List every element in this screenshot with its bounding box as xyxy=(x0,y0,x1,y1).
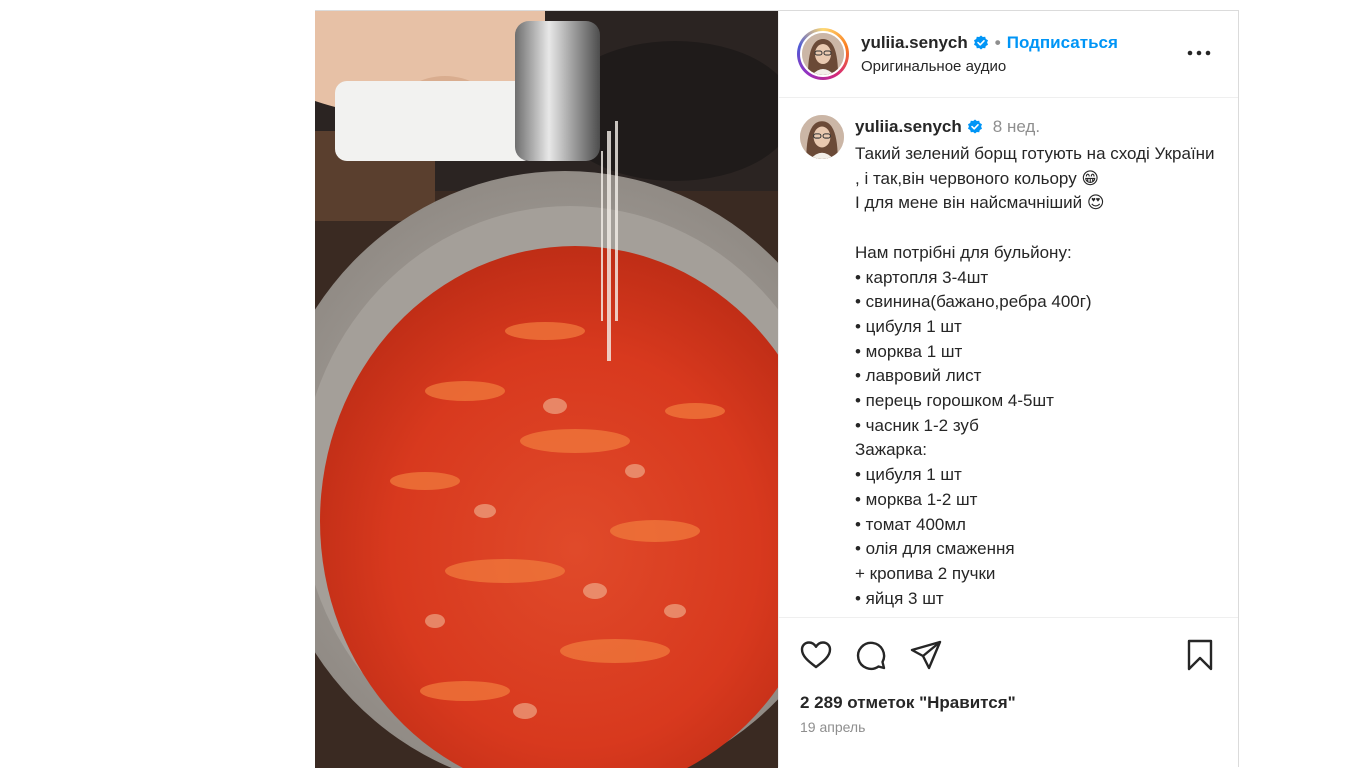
heart-icon[interactable] xyxy=(799,638,833,672)
follow-button[interactable]: Подписаться xyxy=(1007,33,1118,53)
post-details-panel: yuliia.senych • Подписаться Оригинальное… xyxy=(778,11,1238,768)
post-caption: Такий зелений борщ готують на сході Укра… xyxy=(855,144,1215,608)
caption-author-avatar[interactable] xyxy=(800,115,844,159)
action-bar: 2 289 отметок "Нравится" 19 апрель xyxy=(779,617,1238,768)
caption-header: yuliia.senych 8 нед. xyxy=(855,117,1040,137)
share-icon[interactable] xyxy=(909,638,943,672)
soup-pan-image xyxy=(315,11,778,768)
instagram-post: yuliia.senych • Подписаться Оригинальное… xyxy=(315,10,1239,768)
story-ring[interactable] xyxy=(797,28,849,80)
author-avatar[interactable] xyxy=(800,31,846,77)
verified-badge-icon xyxy=(973,35,988,50)
post-video[interactable] xyxy=(315,11,778,768)
bookmark-icon[interactable] xyxy=(1183,638,1217,672)
caption-username[interactable]: yuliia.senych xyxy=(855,117,962,137)
comment-icon[interactable] xyxy=(854,638,888,672)
separator-dot: • xyxy=(994,33,1001,52)
post-date[interactable]: 19 апрель xyxy=(800,719,865,735)
likes-count[interactable]: 2 289 отметок "Нравится" xyxy=(800,693,1016,713)
post-header: yuliia.senych • Подписаться Оригинальное… xyxy=(779,11,1238,98)
caption-timestamp[interactable]: 8 нед. xyxy=(993,117,1040,137)
original-audio-link[interactable]: Оригинальное аудио xyxy=(861,58,1006,75)
header-user-row: yuliia.senych • Подписаться xyxy=(861,33,1118,53)
verified-badge-icon xyxy=(967,119,982,134)
comments-section[interactable]: yuliia.senych 8 нед. Такий зелений борщ … xyxy=(779,98,1238,618)
more-options-icon[interactable] xyxy=(1186,43,1212,63)
author-username[interactable]: yuliia.senych xyxy=(861,33,968,53)
